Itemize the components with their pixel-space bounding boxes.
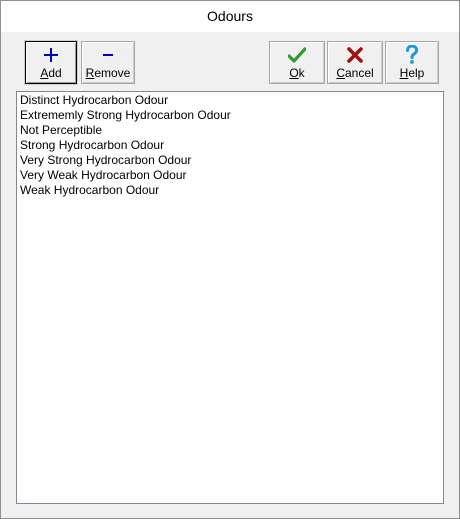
add-button[interactable]: Add (25, 41, 77, 84)
ok-button-label: Ok (289, 66, 305, 80)
add-button-label: Add (40, 66, 62, 80)
remove-button[interactable]: Remove (81, 41, 135, 84)
checkmark-icon (270, 44, 324, 66)
toolbar: Add Remove Ok Cancel Help (1, 32, 459, 90)
help-button[interactable]: Help (385, 41, 439, 84)
list-item[interactable]: Not Perceptible (20, 123, 443, 138)
help-button-label: Help (399, 66, 425, 80)
ok-button[interactable]: Ok (269, 41, 325, 84)
cancel-button[interactable]: Cancel (327, 41, 383, 84)
cancel-button-label: Cancel (336, 66, 374, 80)
odours-listbox[interactable]: Distinct Hydrocarbon Odour Extrememly Str… (16, 91, 444, 504)
plus-icon (26, 44, 76, 66)
dialog-title: Odours (1, 1, 459, 32)
list-item[interactable]: Weak Hydrocarbon Odour (20, 183, 443, 198)
list-item[interactable]: Very Weak Hydrocarbon Odour (20, 168, 443, 183)
minus-icon (82, 44, 134, 66)
list-item[interactable]: Extrememly Strong Hydrocarbon Odour (20, 108, 443, 123)
list-item[interactable]: Very Strong Hydrocarbon Odour (20, 153, 443, 168)
question-mark-icon (386, 44, 438, 66)
remove-button-label: Remove (85, 66, 131, 80)
odours-dialog: Odours Add Remove Ok Cancel Help Distinc… (0, 0, 460, 519)
x-icon (328, 44, 382, 66)
odours-list: Distinct Hydrocarbon Odour Extrememly Str… (17, 92, 443, 198)
list-item[interactable]: Strong Hydrocarbon Odour (20, 138, 443, 153)
list-item[interactable]: Distinct Hydrocarbon Odour (20, 93, 443, 108)
